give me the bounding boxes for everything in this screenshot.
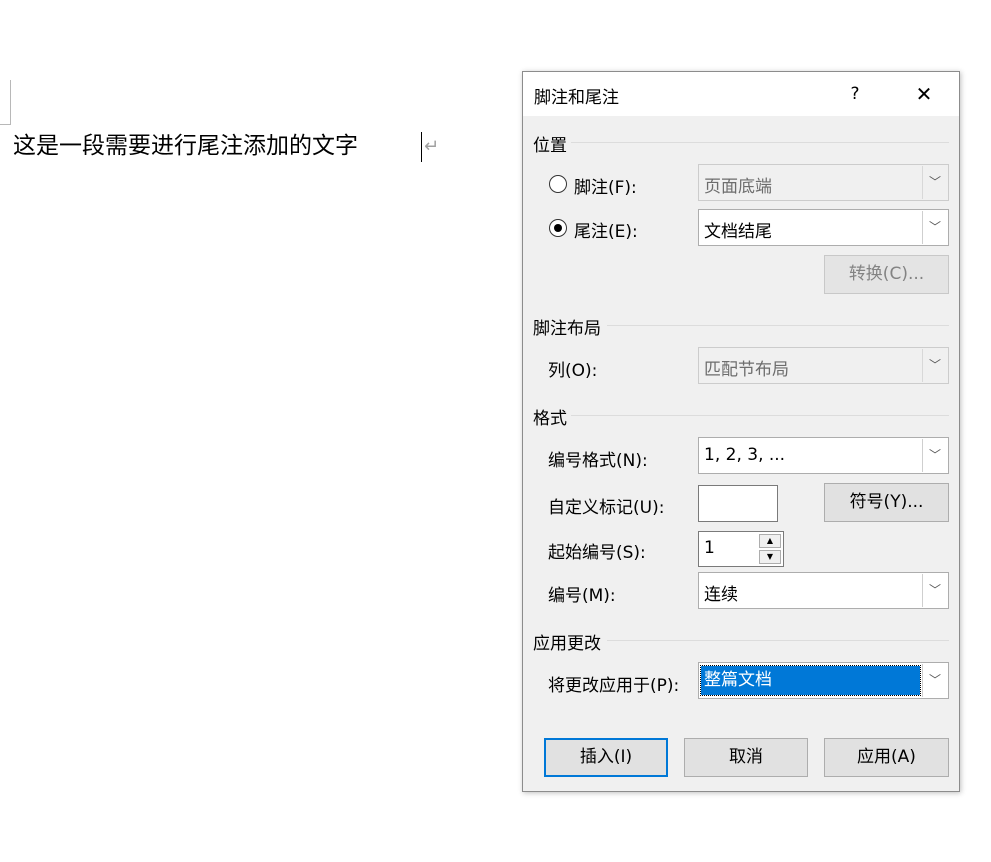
close-icon[interactable]: ✕ <box>909 80 939 108</box>
number-format-label: 编号格式(N): <box>548 451 648 471</box>
dialog-titlebar[interactable]: 脚注和尾注 ? ✕ <box>523 72 959 116</box>
dialog-title: 脚注和尾注 <box>534 88 619 108</box>
start-at-label: 起始编号(S): <box>548 543 646 563</box>
endnote-label[interactable]: 尾注(E): <box>574 217 638 242</box>
insert-button[interactable]: 插入(I) <box>544 738 668 777</box>
numbering-select[interactable]: 连续 ﹀ <box>698 572 949 609</box>
section-divider <box>571 415 949 416</box>
apply-button[interactable]: 应用(A) <box>824 738 949 777</box>
symbol-button[interactable]: 符号(Y)... <box>824 483 949 522</box>
cancel-button[interactable]: 取消 <box>684 738 808 777</box>
margin-corner-mark-horizontal <box>0 124 11 125</box>
help-button[interactable]: ? <box>840 80 870 108</box>
paragraph-mark-icon: ↵ <box>424 136 440 157</box>
endnote-radio[interactable] <box>549 219 567 237</box>
number-format-value: 1, 2, 3, ... <box>704 445 786 465</box>
margin-corner-mark <box>10 80 11 125</box>
columns-value: 匹配节布局 <box>704 360 789 380</box>
section-divider <box>607 325 949 326</box>
section-divider <box>571 142 949 143</box>
convert-button: 转换(C)... <box>824 255 949 294</box>
spin-down-icon[interactable]: ▼ <box>759 550 781 564</box>
apply-to-label: 将更改应用于(P): <box>548 676 680 696</box>
chevron-down-icon[interactable]: ﹀ <box>922 439 947 472</box>
chevron-down-icon[interactable]: ﹀ <box>922 574 947 607</box>
text-cursor <box>421 132 422 162</box>
footnote-position-select: 页面底端 ﹀ <box>698 164 949 201</box>
apply-changes-heading: 应用更改 <box>533 634 601 654</box>
footnote-radio[interactable] <box>549 175 567 193</box>
custom-mark-input[interactable] <box>698 485 778 522</box>
section-divider <box>607 640 949 641</box>
location-heading: 位置 <box>533 136 567 156</box>
footnote-label[interactable]: 脚注(F): <box>574 173 637 198</box>
spin-up-icon[interactable]: ▲ <box>759 534 781 548</box>
footnote-position-value: 页面底端 <box>704 177 772 197</box>
document-canvas[interactable]: 这是一段需要进行尾注添加的文字 ↵ <box>0 0 520 862</box>
endnote-position-value: 文档结尾 <box>704 222 772 242</box>
columns-label: 列(O): <box>548 361 598 381</box>
numbering-value: 连续 <box>704 585 738 605</box>
chevron-down-icon: ﹀ <box>922 349 947 382</box>
numbering-label: 编号(M): <box>548 586 616 606</box>
start-at-stepper[interactable]: 1 ▲ ▼ <box>698 531 784 567</box>
radio-selected-dot <box>554 224 562 232</box>
apply-to-value: 整篇文档 <box>700 665 921 696</box>
chevron-down-icon[interactable]: ﹀ <box>922 664 947 697</box>
chevron-down-icon[interactable]: ﹀ <box>922 211 947 244</box>
footnote-layout-heading: 脚注布局 <box>533 319 601 339</box>
apply-to-select[interactable]: 整篇文档 ﹀ <box>698 662 949 699</box>
start-at-value[interactable]: 1 <box>704 538 715 558</box>
columns-select: 匹配节布局 ﹀ <box>698 347 949 384</box>
document-paragraph[interactable]: 这是一段需要进行尾注添加的文字 <box>13 128 358 164</box>
format-heading: 格式 <box>533 409 567 429</box>
endnote-position-select[interactable]: 文档结尾 ﹀ <box>698 209 949 246</box>
chevron-down-icon: ﹀ <box>922 166 947 199</box>
number-format-select[interactable]: 1, 2, 3, ... ﹀ <box>698 437 949 474</box>
footnote-endnote-dialog: 脚注和尾注 ? ✕ 位置 脚注(F): 页面底端 ﹀ 尾注(E): 文档结尾 ﹀… <box>522 71 960 792</box>
custom-mark-label: 自定义标记(U): <box>548 498 665 518</box>
